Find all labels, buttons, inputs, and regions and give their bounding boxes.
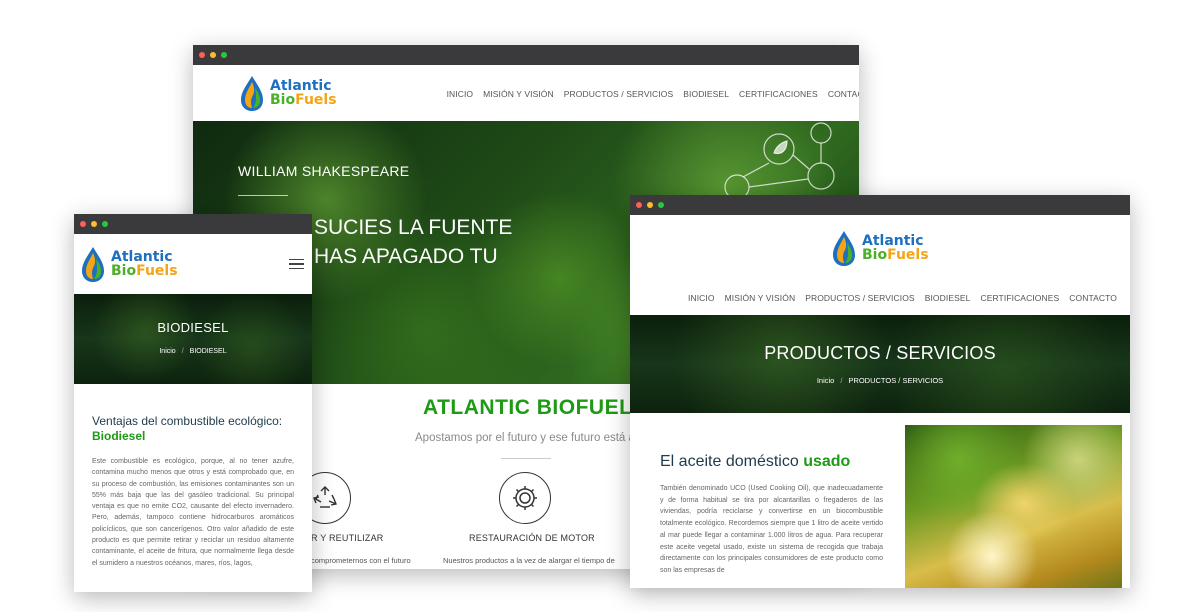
breadcrumb-home[interactable]: Inicio bbox=[159, 348, 175, 355]
tablet-browser-window: Atlantic BioFuels INICIO MISIÓN Y VISIÓN… bbox=[630, 195, 1130, 588]
nav-item-inicio[interactable]: INICIO bbox=[447, 89, 474, 99]
site-logo[interactable]: Atlantic BioFuels bbox=[79, 245, 178, 283]
service-title-reuse: R Y REUTILIZAR bbox=[311, 533, 384, 543]
site-logo[interactable]: Atlantic BioFuels bbox=[830, 229, 929, 267]
page-banner: PRODUCTOS / SERVICIOS Inicio / PRODUCTOS /… bbox=[630, 315, 1130, 413]
article: Ventajas del combustible ecológico: Biod… bbox=[74, 384, 312, 569]
mobile-browser-window: Atlantic BioFuels BIODIESEL Inicio / BIODI… bbox=[74, 214, 312, 592]
flame-drop-logo-icon bbox=[82, 247, 104, 282]
article-heading: El aceite doméstico usado bbox=[660, 453, 851, 470]
nav-item-productos[interactable]: PRODUCTOS / SERVICIOS bbox=[564, 89, 673, 99]
section-subheading: Apostamos por el futuro y ese futuro est… bbox=[415, 432, 648, 444]
article-paragraph: Este combustible es ecológico, porque, a… bbox=[92, 458, 294, 567]
main-nav: INICIO MISIÓN Y VISIÓN PRODUCTOS / SERVI… bbox=[447, 89, 859, 99]
hero-divider bbox=[238, 195, 288, 196]
breadcrumb: Inicio / PRODUCTOS / SERVICIOS bbox=[816, 376, 944, 385]
nav-item-productos[interactable]: PRODUCTOS / SERVICIOS bbox=[805, 293, 914, 303]
window-titlebar bbox=[74, 214, 312, 234]
service-title-engine: RESTAURACIÓN DE MOTOR bbox=[469, 533, 595, 543]
flame-drop-logo-icon bbox=[833, 231, 855, 266]
hero-kicker: WILLIAM SHAKESPEARE bbox=[238, 163, 410, 179]
minimize-dot-icon[interactable] bbox=[91, 221, 97, 227]
logo-line1: Atlantic bbox=[270, 78, 332, 94]
cooking-oil-photo bbox=[905, 425, 1122, 588]
hamburger-menu-icon[interactable] bbox=[289, 258, 304, 270]
section-heading: ATLANTIC BIOFUELS bbox=[423, 396, 647, 419]
gear-icon bbox=[499, 472, 551, 524]
article-heading: Ventajas del combustible ecológico: Biod… bbox=[92, 414, 283, 443]
page-title: PRODUCTOS / SERVICIOS bbox=[764, 343, 996, 363]
maximize-dot-icon[interactable] bbox=[658, 202, 664, 208]
maximize-dot-icon[interactable] bbox=[102, 221, 108, 227]
nav-item-contacto[interactable]: CONTACTO bbox=[1069, 293, 1117, 303]
site-header: Atlantic BioFuels INICIO MISIÓN Y VISIÓN… bbox=[193, 65, 859, 121]
breadcrumb-home[interactable]: Inicio bbox=[817, 376, 835, 385]
page-banner: BIODIESEL Inicio / BIODIESEL bbox=[74, 294, 312, 384]
window-titlebar bbox=[193, 45, 859, 65]
site-header: Atlantic BioFuels INICIO MISIÓN Y VISIÓN… bbox=[630, 215, 1130, 315]
nav-item-certificaciones[interactable]: CERTIFICACIONES bbox=[739, 89, 818, 99]
logo-line2: BioFuels bbox=[270, 92, 337, 108]
nav-item-biodiesel[interactable]: BIODIESEL bbox=[683, 89, 729, 99]
nav-item-inicio[interactable]: INICIO bbox=[688, 293, 715, 303]
close-dot-icon[interactable] bbox=[199, 52, 205, 58]
nav-item-biodiesel[interactable]: BIODIESEL bbox=[925, 293, 971, 303]
minimize-dot-icon[interactable] bbox=[647, 202, 653, 208]
main-nav: INICIO MISIÓN Y VISIÓN PRODUCTOS / SERVI… bbox=[688, 293, 1117, 303]
nav-item-certificaciones[interactable]: CERTIFICACIONES bbox=[980, 293, 1059, 303]
close-dot-icon[interactable] bbox=[80, 221, 86, 227]
service-text-engine: Nuestros productos a la vez de alargar e… bbox=[443, 556, 615, 565]
service-text-reuse: comprometernos con el futuro bbox=[311, 556, 411, 565]
minimize-dot-icon[interactable] bbox=[210, 52, 216, 58]
section-divider bbox=[501, 458, 551, 459]
maximize-dot-icon[interactable] bbox=[221, 52, 227, 58]
nav-item-mision[interactable]: MISIÓN Y VISIÓN bbox=[725, 293, 796, 303]
close-dot-icon[interactable] bbox=[636, 202, 642, 208]
nav-item-contacto[interactable]: CONTACTO bbox=[828, 89, 859, 99]
page-title: BIODIESEL bbox=[157, 320, 229, 335]
window-titlebar bbox=[630, 195, 1130, 215]
site-header: Atlantic BioFuels bbox=[74, 234, 312, 294]
breadcrumb-current: PRODUCTOS / SERVICIOS bbox=[848, 376, 944, 385]
nav-item-mision[interactable]: MISIÓN Y VISIÓN bbox=[483, 89, 554, 99]
flame-drop-logo-icon bbox=[241, 76, 263, 111]
site-logo[interactable]: Atlantic BioFuels bbox=[238, 74, 337, 112]
breadcrumb: Inicio / BIODIESEL bbox=[159, 348, 227, 355]
article-paragraph: También denominado UCO (Used Cooking Oil… bbox=[660, 485, 883, 574]
breadcrumb-current: BIODIESEL bbox=[189, 348, 227, 355]
